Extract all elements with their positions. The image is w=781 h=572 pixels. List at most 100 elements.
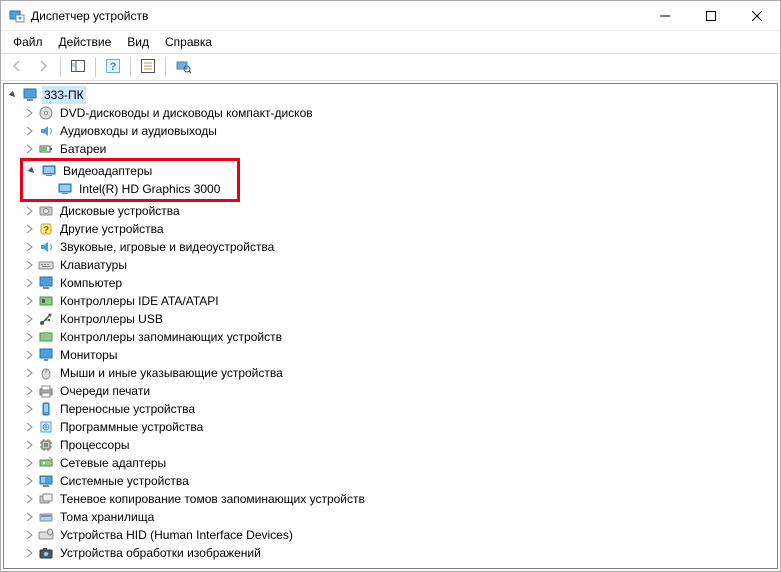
unknown-device-icon: ? [38, 221, 54, 237]
expand-icon[interactable] [22, 142, 36, 156]
node-label: Клавиатуры [58, 256, 129, 274]
tree-pane: 333-ПК DVD-дисководы и дисководы компакт… [3, 83, 778, 569]
maximize-button[interactable] [688, 1, 734, 30]
expand-icon[interactable] [22, 456, 36, 470]
menu-help[interactable]: Справка [157, 33, 220, 51]
cpu-icon [38, 437, 54, 453]
expand-icon[interactable] [22, 510, 36, 524]
expand-icon[interactable] [22, 366, 36, 380]
close-button[interactable] [734, 1, 780, 30]
expand-icon[interactable] [22, 276, 36, 290]
volume-icon [38, 509, 54, 525]
toolbar-separator [165, 57, 166, 77]
tree-node-dvd[interactable]: DVD-дисководы и дисководы компакт-дисков [4, 104, 777, 122]
window-buttons [642, 1, 780, 30]
disk-icon [38, 203, 54, 219]
audio-icon [38, 123, 54, 139]
expand-icon[interactable] [22, 546, 36, 560]
display-adapter-icon [57, 181, 73, 197]
node-label: Очереди печати [58, 382, 152, 400]
battery-icon [38, 141, 54, 157]
properties-icon [140, 58, 156, 77]
node-label: Батареи [58, 140, 108, 158]
properties-button[interactable] [136, 55, 160, 79]
root-label: 333-ПК [42, 86, 86, 104]
menu-file[interactable]: Файл [5, 33, 51, 51]
tree-node-storage-ctrl[interactable]: Контроллеры запоминающих устройств [4, 328, 777, 346]
tree-node-hid[interactable]: Устройства HID (Human Interface Devices) [4, 526, 777, 544]
tree-node-volumes[interactable]: Тома хранилища [4, 508, 777, 526]
tree-node-monitor[interactable]: Мониторы [4, 346, 777, 364]
expand-icon[interactable] [22, 124, 36, 138]
node-label: DVD-дисководы и дисководы компакт-дисков [58, 104, 315, 122]
expand-icon[interactable] [22, 384, 36, 398]
expand-icon[interactable] [22, 402, 36, 416]
minimize-button[interactable] [642, 1, 688, 30]
expand-icon[interactable] [22, 438, 36, 452]
node-label: Контроллеры USB [58, 310, 165, 328]
tree-node-keyboard[interactable]: Клавиатуры [4, 256, 777, 274]
node-label: Дисковые устройства [58, 202, 182, 220]
expand-icon[interactable] [22, 106, 36, 120]
expand-icon[interactable] [22, 258, 36, 272]
expand-icon[interactable] [22, 222, 36, 236]
tree-node-network[interactable]: Сетевые адаптеры [4, 454, 777, 472]
tree-node-battery[interactable]: Батареи [4, 140, 777, 158]
node-label: Звуковые, игровые и видеоустройства [58, 238, 276, 256]
tree-node-shadow[interactable]: Теневое копирование томов запоминающих у… [4, 490, 777, 508]
expand-icon[interactable] [22, 528, 36, 542]
sound-icon [38, 239, 54, 255]
toolbar-separator [130, 57, 131, 77]
tree-root[interactable]: 333-ПК [4, 86, 777, 104]
tree-node-cpu[interactable]: Процессоры [4, 436, 777, 454]
tree-node-portable[interactable]: Переносные устройства [4, 400, 777, 418]
node-label: Контроллеры IDE ATA/ATAPI [58, 292, 221, 310]
node-label: Теневое копирование томов запоминающих у… [58, 490, 367, 508]
tree-node-system[interactable]: Системные устройства [4, 472, 777, 490]
tree-node-sound[interactable]: Звуковые, игровые и видеоустройства [4, 238, 777, 256]
show-hide-console-button[interactable] [66, 55, 90, 79]
hid-icon [38, 527, 54, 543]
expand-icon[interactable] [22, 330, 36, 344]
tree-node-imaging[interactable]: Устройства обработки изображений [4, 544, 777, 562]
menu-action[interactable]: Действие [51, 33, 120, 51]
network-icon [38, 455, 54, 471]
node-label: Контроллеры запоминающих устройств [58, 328, 284, 346]
node-label: Видеоадаптеры [61, 162, 154, 180]
keyboard-icon [38, 257, 54, 273]
node-label: Компьютер [58, 274, 124, 292]
tree-node-disk[interactable]: Дисковые устройства [4, 202, 777, 220]
arrow-right-icon [35, 58, 51, 77]
menu-view[interactable]: Вид [119, 33, 157, 51]
device-tree[interactable]: 333-ПК DVD-дисководы и дисководы компакт… [4, 84, 777, 568]
tree-node-display-adapters[interactable]: Видеоадаптеры [7, 162, 237, 180]
expand-icon[interactable] [22, 348, 36, 362]
expand-icon[interactable] [22, 204, 36, 218]
expand-icon[interactable] [22, 420, 36, 434]
collapse-icon[interactable] [6, 88, 20, 102]
tree-node-usb[interactable]: Контроллеры USB [4, 310, 777, 328]
expand-icon[interactable] [22, 240, 36, 254]
tree-node-printq[interactable]: Очереди печати [4, 382, 777, 400]
tree-node-gpu[interactable]: Intel(R) HD Graphics 3000 [7, 180, 237, 198]
system-icon [38, 473, 54, 489]
scan-hardware-button[interactable] [171, 55, 195, 79]
tree-node-mouse[interactable]: Мыши и иные указывающие устройства [4, 364, 777, 382]
expand-icon[interactable] [22, 492, 36, 506]
display-adapter-icon [41, 163, 57, 179]
help-button[interactable]: ? [101, 55, 125, 79]
expand-icon[interactable] [22, 294, 36, 308]
node-label: Мыши и иные указывающие устройства [58, 364, 285, 382]
node-label: Intel(R) HD Graphics 3000 [77, 180, 222, 198]
tree-node-audio[interactable]: Аудиовходы и аудиовыходы [4, 122, 777, 140]
tree-node-ide[interactable]: Контроллеры IDE ATA/ATAPI [4, 292, 777, 310]
tree-node-computer[interactable]: Компьютер [4, 274, 777, 292]
software-icon [38, 419, 54, 435]
tree-node-software[interactable]: Программные устройства [4, 418, 777, 436]
ide-icon [38, 293, 54, 309]
titlebar: Диспетчер устройств [1, 1, 780, 31]
tree-node-other[interactable]: ? Другие устройства [4, 220, 777, 238]
expand-icon[interactable] [22, 474, 36, 488]
expand-icon[interactable] [22, 312, 36, 326]
collapse-icon[interactable] [25, 164, 39, 178]
